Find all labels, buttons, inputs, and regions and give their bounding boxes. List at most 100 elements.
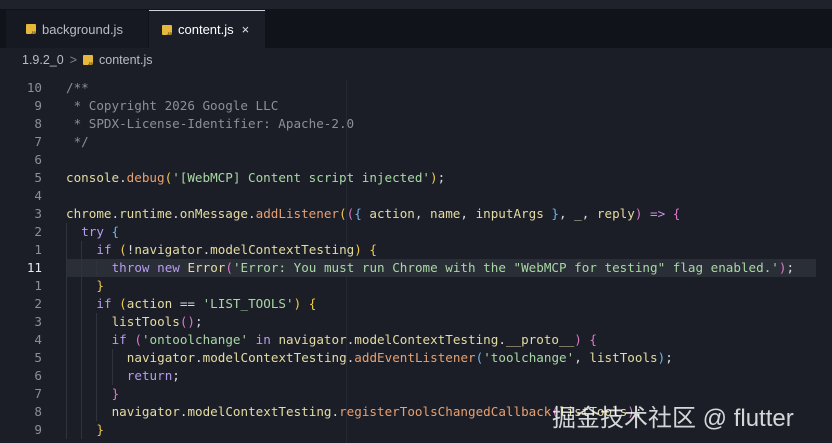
code-token: chrome	[66, 206, 112, 221]
line-number: 6	[34, 152, 42, 167]
breadcrumb-file[interactable]: content.js	[99, 53, 153, 67]
indent-guide	[96, 259, 98, 277]
title-strip	[0, 0, 832, 9]
code-token: ,	[558, 206, 575, 221]
code-line[interactable]: }	[96, 277, 104, 295]
indent-guide	[96, 403, 98, 421]
breadcrumb-folder[interactable]: 1.9.2_0	[22, 53, 64, 67]
indent-guide	[81, 241, 83, 259]
indent-guide	[81, 313, 83, 331]
indent-guide	[81, 349, 83, 367]
code-token: .	[195, 350, 203, 365]
code-token: throw	[111, 260, 150, 275]
close-tab-icon[interactable]: ×	[242, 22, 250, 37]
code-token: 'toolchange'	[483, 350, 575, 365]
code-editor[interactable]: 10 /** 9 * Copyright 2026 Google LLC 8 * SP…	[0, 79, 832, 443]
code-line[interactable]: navigator.modelContextTesting.addEventLi…	[127, 349, 673, 367]
code-token: navigator	[111, 404, 180, 419]
indent-guide	[81, 259, 83, 277]
code-line[interactable]: if (!navigator.modelContextTesting) {	[96, 241, 377, 259]
code-token: ;	[195, 314, 203, 329]
code-line[interactable]: * SPDX-License-Identifier: Apache-2.0	[66, 115, 355, 133]
js-file-icon	[83, 55, 94, 66]
line-number: 3	[34, 314, 42, 329]
code-token: {	[354, 206, 370, 221]
code-token: ,	[581, 206, 597, 221]
code-token: }	[543, 206, 559, 221]
indent-guide	[81, 385, 83, 403]
indent-guide	[66, 421, 67, 439]
indent-guide	[81, 277, 83, 295]
tab-content-js[interactable]: content.js ×	[149, 10, 265, 48]
code-token: registerToolsChangedCallback	[339, 404, 552, 419]
indent-guide	[66, 241, 67, 259]
code-token: =>	[642, 206, 673, 221]
line-number: 7	[34, 386, 42, 401]
code-line[interactable]: try {	[81, 223, 119, 241]
line-number: 8	[34, 116, 42, 131]
line-number: 8	[34, 404, 42, 419]
code-line[interactable]: if ('ontoolchange' in navigator.modelCon…	[112, 331, 597, 349]
code-token: )	[429, 170, 438, 185]
breadcrumb-separator: >	[69, 53, 78, 67]
tab-background-js[interactable]: background.js	[6, 10, 148, 48]
code-line[interactable]: */	[66, 133, 89, 151]
line-number: 9	[34, 422, 42, 437]
code-token: ,	[414, 206, 431, 221]
code-token: modelContextTesting	[354, 332, 499, 347]
indent-guide	[66, 259, 67, 277]
line-number: 6	[34, 368, 42, 383]
code-token: action	[369, 206, 415, 221]
code-token: (	[111, 242, 127, 257]
code-token: in	[248, 332, 279, 347]
code-token: new	[157, 260, 180, 275]
code-token: (	[111, 296, 127, 311]
code-line[interactable]: }	[96, 421, 104, 439]
code-token: if	[96, 242, 112, 257]
code-token: modelContextTesting	[187, 404, 332, 419]
code-token: ,	[574, 350, 590, 365]
line-number: 9	[34, 98, 42, 113]
code-token: reply	[596, 206, 635, 221]
indent-guide	[66, 403, 67, 421]
line-number: 4	[34, 332, 42, 347]
code-token: listTools	[111, 314, 180, 329]
code-token: console	[66, 170, 120, 185]
indent-guide	[81, 295, 83, 313]
code-token: addListener	[255, 206, 340, 221]
line-number: 11	[26, 260, 42, 275]
code-line[interactable]: chrome.runtime.onMessage.addListener(({ …	[66, 205, 680, 223]
indent-guide	[81, 331, 83, 349]
indent-guide	[96, 349, 98, 367]
tab-bar: background.js content.js ×	[0, 0, 832, 48]
code-token: }	[96, 278, 104, 293]
code-token: if	[96, 296, 112, 311]
code-token: )	[574, 332, 582, 347]
code-token: try	[81, 224, 104, 239]
code-line[interactable]: console.debug('[WebMCP] Content script i…	[66, 169, 445, 187]
code-token: modelContextTesting	[202, 350, 347, 365]
code-token: {	[581, 332, 597, 347]
code-line[interactable]: return;	[127, 367, 180, 385]
code-token: name	[430, 206, 461, 221]
indent-guide	[96, 331, 98, 349]
code-token: __proto__	[505, 332, 575, 347]
code-line[interactable]: }	[112, 385, 120, 403]
line-number: 2	[34, 224, 42, 239]
code-token: {	[361, 242, 377, 257]
code-line[interactable]: * Copyright 2026 Google LLC	[66, 97, 279, 115]
code-token: }	[96, 422, 104, 437]
line-number: 2	[34, 296, 42, 311]
line-number: 1	[34, 242, 42, 257]
indent-guide	[66, 349, 67, 367]
code-line[interactable]: listTools();	[112, 313, 203, 331]
code-token: runtime	[119, 206, 173, 221]
code-token: (	[225, 260, 233, 275]
code-line[interactable]: if (action == 'LIST_TOOLS') {	[96, 295, 316, 313]
indent-guide	[66, 331, 67, 349]
code-token: (	[339, 206, 347, 221]
code-line[interactable]: throw new Error('Error: You must run Chr…	[112, 259, 794, 277]
code-line[interactable]: /**	[66, 79, 89, 97]
code-token: ,	[460, 206, 476, 221]
